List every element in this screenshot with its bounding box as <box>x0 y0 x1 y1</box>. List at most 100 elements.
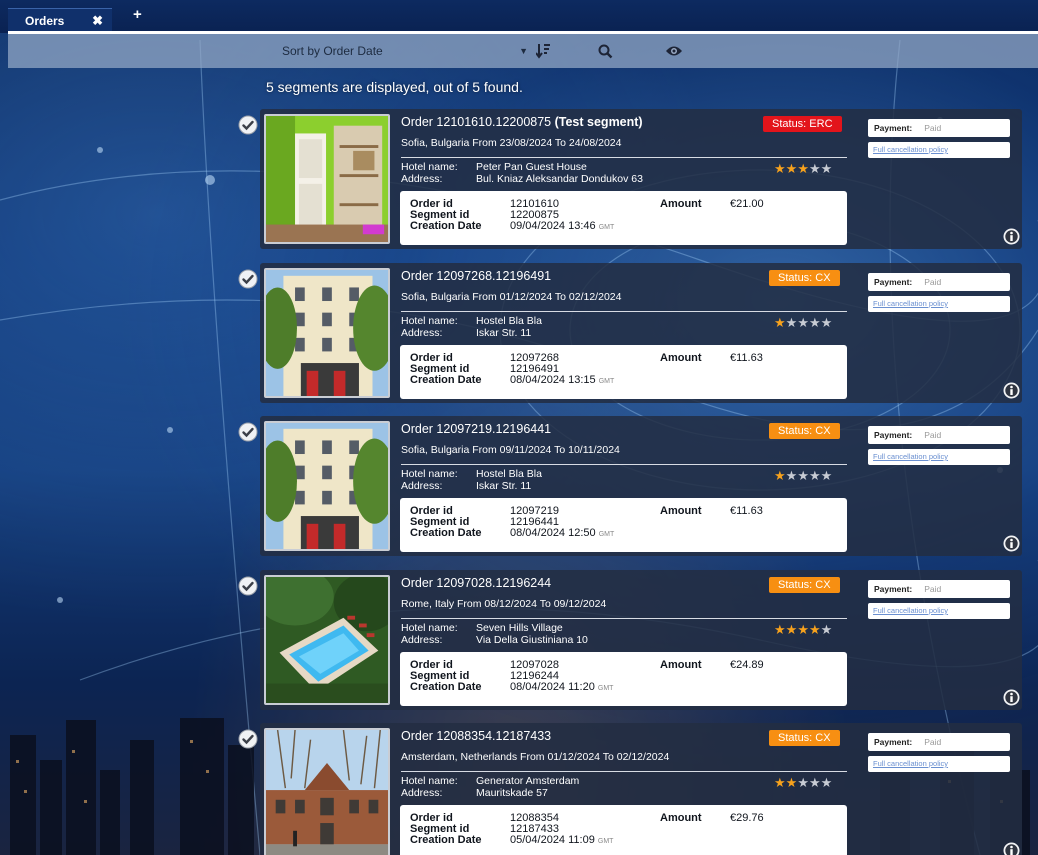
creation-date-value: 09/04/2024 13:46 <box>510 220 596 232</box>
info-icon[interactable] <box>1003 689 1020 706</box>
address-label: Address: <box>401 327 443 339</box>
order-title[interactable]: Order 12097028.12196244 <box>401 576 551 590</box>
order-card[interactable]: Order 12097028.12196244 Status: CX Rome, I… <box>238 570 1022 710</box>
address-value: Mauritskade 57 <box>476 787 548 799</box>
payment-box: Payment: Paid <box>868 426 1010 444</box>
star-icon: ★ <box>797 775 809 790</box>
cancellation-policy-link[interactable]: Full cancellation policy <box>873 759 948 768</box>
sort-descending-icon[interactable] <box>536 41 550 61</box>
order-card[interactable]: Order 12088354.12187433 Status: CX Amsterd… <box>238 723 1022 855</box>
hotel-image[interactable] <box>264 575 390 705</box>
creation-date-label: Creation Date <box>410 834 482 846</box>
star-icon: ★ <box>808 315 821 330</box>
close-icon[interactable]: ✖ <box>92 13 103 29</box>
amount-value: €24.89 <box>730 659 764 671</box>
creation-date-label: Creation Date <box>410 220 482 232</box>
results-summary: 5 segments are displayed, out of 5 found… <box>266 79 523 95</box>
info-icon[interactable] <box>1003 228 1020 245</box>
cancellation-policy-link[interactable]: Full cancellation policy <box>873 299 948 308</box>
cancellation-policy-link[interactable]: Full cancellation policy <box>873 606 948 615</box>
search-icon[interactable] <box>598 41 613 61</box>
order-title-text: Order 12097028.12196244 <box>401 576 552 590</box>
creation-date-label: Creation Date <box>410 527 482 539</box>
star-rating: ★★★★★ <box>774 315 832 331</box>
order-title-suffix: (Test segment) <box>551 115 643 129</box>
star-icon: ★ <box>785 315 798 330</box>
trip-location-dates: Rome, Italy From 08/12/2024 To 09/12/202… <box>401 598 607 610</box>
hotel-image[interactable] <box>264 421 390 551</box>
check-circle-icon[interactable] <box>238 115 258 135</box>
cancellation-policy-box: Full cancellation policy <box>868 756 1010 772</box>
check-circle-icon[interactable] <box>238 729 258 749</box>
hotel-name-label: Hotel name: <box>401 775 458 787</box>
cancellation-policy-link[interactable]: Full cancellation policy <box>873 452 948 461</box>
order-title-text: Order 12097219.12196441 <box>401 422 552 436</box>
cancellation-policy-box: Full cancellation policy <box>868 449 1010 465</box>
status-badge: Status: CX <box>769 270 840 286</box>
creation-date-value: 08/04/2024 12:50 <box>510 527 596 539</box>
payment-box: Payment: Paid <box>868 733 1010 751</box>
hotel-name-value: Hostel Bla Bla <box>476 315 542 327</box>
timezone-label: GMT <box>598 531 615 538</box>
amount-label: Amount <box>660 198 702 210</box>
status-badge: Status: CX <box>769 730 840 746</box>
payment-value: Paid <box>924 584 942 594</box>
order-title-text: Order 12097268.12196491 <box>401 269 552 283</box>
order-card[interactable]: Order 12101610.12200875 (Test segment) St… <box>238 109 1022 249</box>
tab-bar: Orders ✖ + <box>0 0 1038 34</box>
hotel-info: Hotel name: Hostel Bla Bla Address: Iskar S… <box>401 315 542 339</box>
order-title[interactable]: Order 12088354.12187433 <box>401 729 551 743</box>
sort-select[interactable]: Sort by Order Date ▼ <box>282 42 532 60</box>
creation-date-label: Creation Date <box>410 374 482 386</box>
info-icon[interactable] <box>1003 382 1020 399</box>
star-icon: ★ <box>785 775 798 790</box>
star-icon: ★ <box>820 775 833 790</box>
status-badge: Status: CX <box>769 577 840 593</box>
star-icon: ★ <box>797 315 809 330</box>
address-value: Iskar Str. 11 <box>476 327 532 339</box>
toolbar: Sort by Order Date ▼ <box>8 34 1038 68</box>
timezone-label: GMT <box>598 224 615 231</box>
hotel-info: Hotel name: Peter Pan Guest House Address:… <box>401 161 643 185</box>
hotel-image[interactable] <box>264 728 390 855</box>
order-title[interactable]: Order 12101610.12200875 (Test segment) <box>401 115 643 129</box>
order-title[interactable]: Order 12097268.12196491 <box>401 269 551 283</box>
sort-select-value: Sort by Order Date <box>282 44 383 58</box>
order-details-box: Order id 12097268 Amount €11.63 Segment id 12… <box>400 345 847 399</box>
check-circle-icon[interactable] <box>238 576 258 596</box>
hotel-name-label: Hotel name: <box>401 161 458 173</box>
amount-value: €29.76 <box>730 812 764 824</box>
address-label: Address: <box>401 480 443 492</box>
star-icon: ★ <box>774 468 786 483</box>
star-icon: ★ <box>808 775 821 790</box>
star-icon: ★ <box>785 622 798 637</box>
check-circle-icon[interactable] <box>238 269 258 289</box>
eye-icon[interactable] <box>665 41 683 61</box>
star-rating: ★★★★★ <box>774 161 832 177</box>
trip-location-dates: Sofia, Bulgaria From 01/12/2024 To 02/12… <box>401 291 622 303</box>
cancellation-policy-link[interactable]: Full cancellation policy <box>873 145 948 154</box>
info-icon[interactable] <box>1003 842 1020 855</box>
payment-value: Paid <box>924 737 942 747</box>
star-icon: ★ <box>774 315 786 330</box>
cancellation-policy-box: Full cancellation policy <box>868 603 1010 619</box>
star-icon: ★ <box>797 161 809 176</box>
amount-value: €21.00 <box>730 198 764 210</box>
star-icon: ★ <box>785 161 798 176</box>
tab-orders[interactable]: Orders ✖ <box>8 8 112 32</box>
order-title[interactable]: Order 12097219.12196441 <box>401 422 551 436</box>
hotel-image[interactable] <box>264 268 390 398</box>
order-details-box: Order id 12097028 Amount €24.89 Segment id 12… <box>400 652 847 706</box>
check-circle-icon[interactable] <box>238 422 258 442</box>
payment-box: Payment: Paid <box>868 580 1010 598</box>
order-card[interactable]: Order 12097268.12196491 Status: CX Sofia, … <box>238 263 1022 403</box>
order-details-box: Order id 12097219 Amount €11.63 Segment id 12… <box>400 498 847 552</box>
add-tab-button[interactable]: + <box>133 6 142 23</box>
amount-value: €11.63 <box>730 505 763 517</box>
info-icon[interactable] <box>1003 535 1020 552</box>
order-details-box: Order id 12088354 Amount €29.76 Segment id 12… <box>400 805 847 855</box>
hotel-image[interactable] <box>264 114 390 244</box>
hotel-name-label: Hotel name: <box>401 622 458 634</box>
order-card[interactable]: Order 12097219.12196441 Status: CX Sofia, … <box>238 416 1022 556</box>
hotel-info: Hotel name: Seven Hills Village Address: Vi… <box>401 622 588 646</box>
